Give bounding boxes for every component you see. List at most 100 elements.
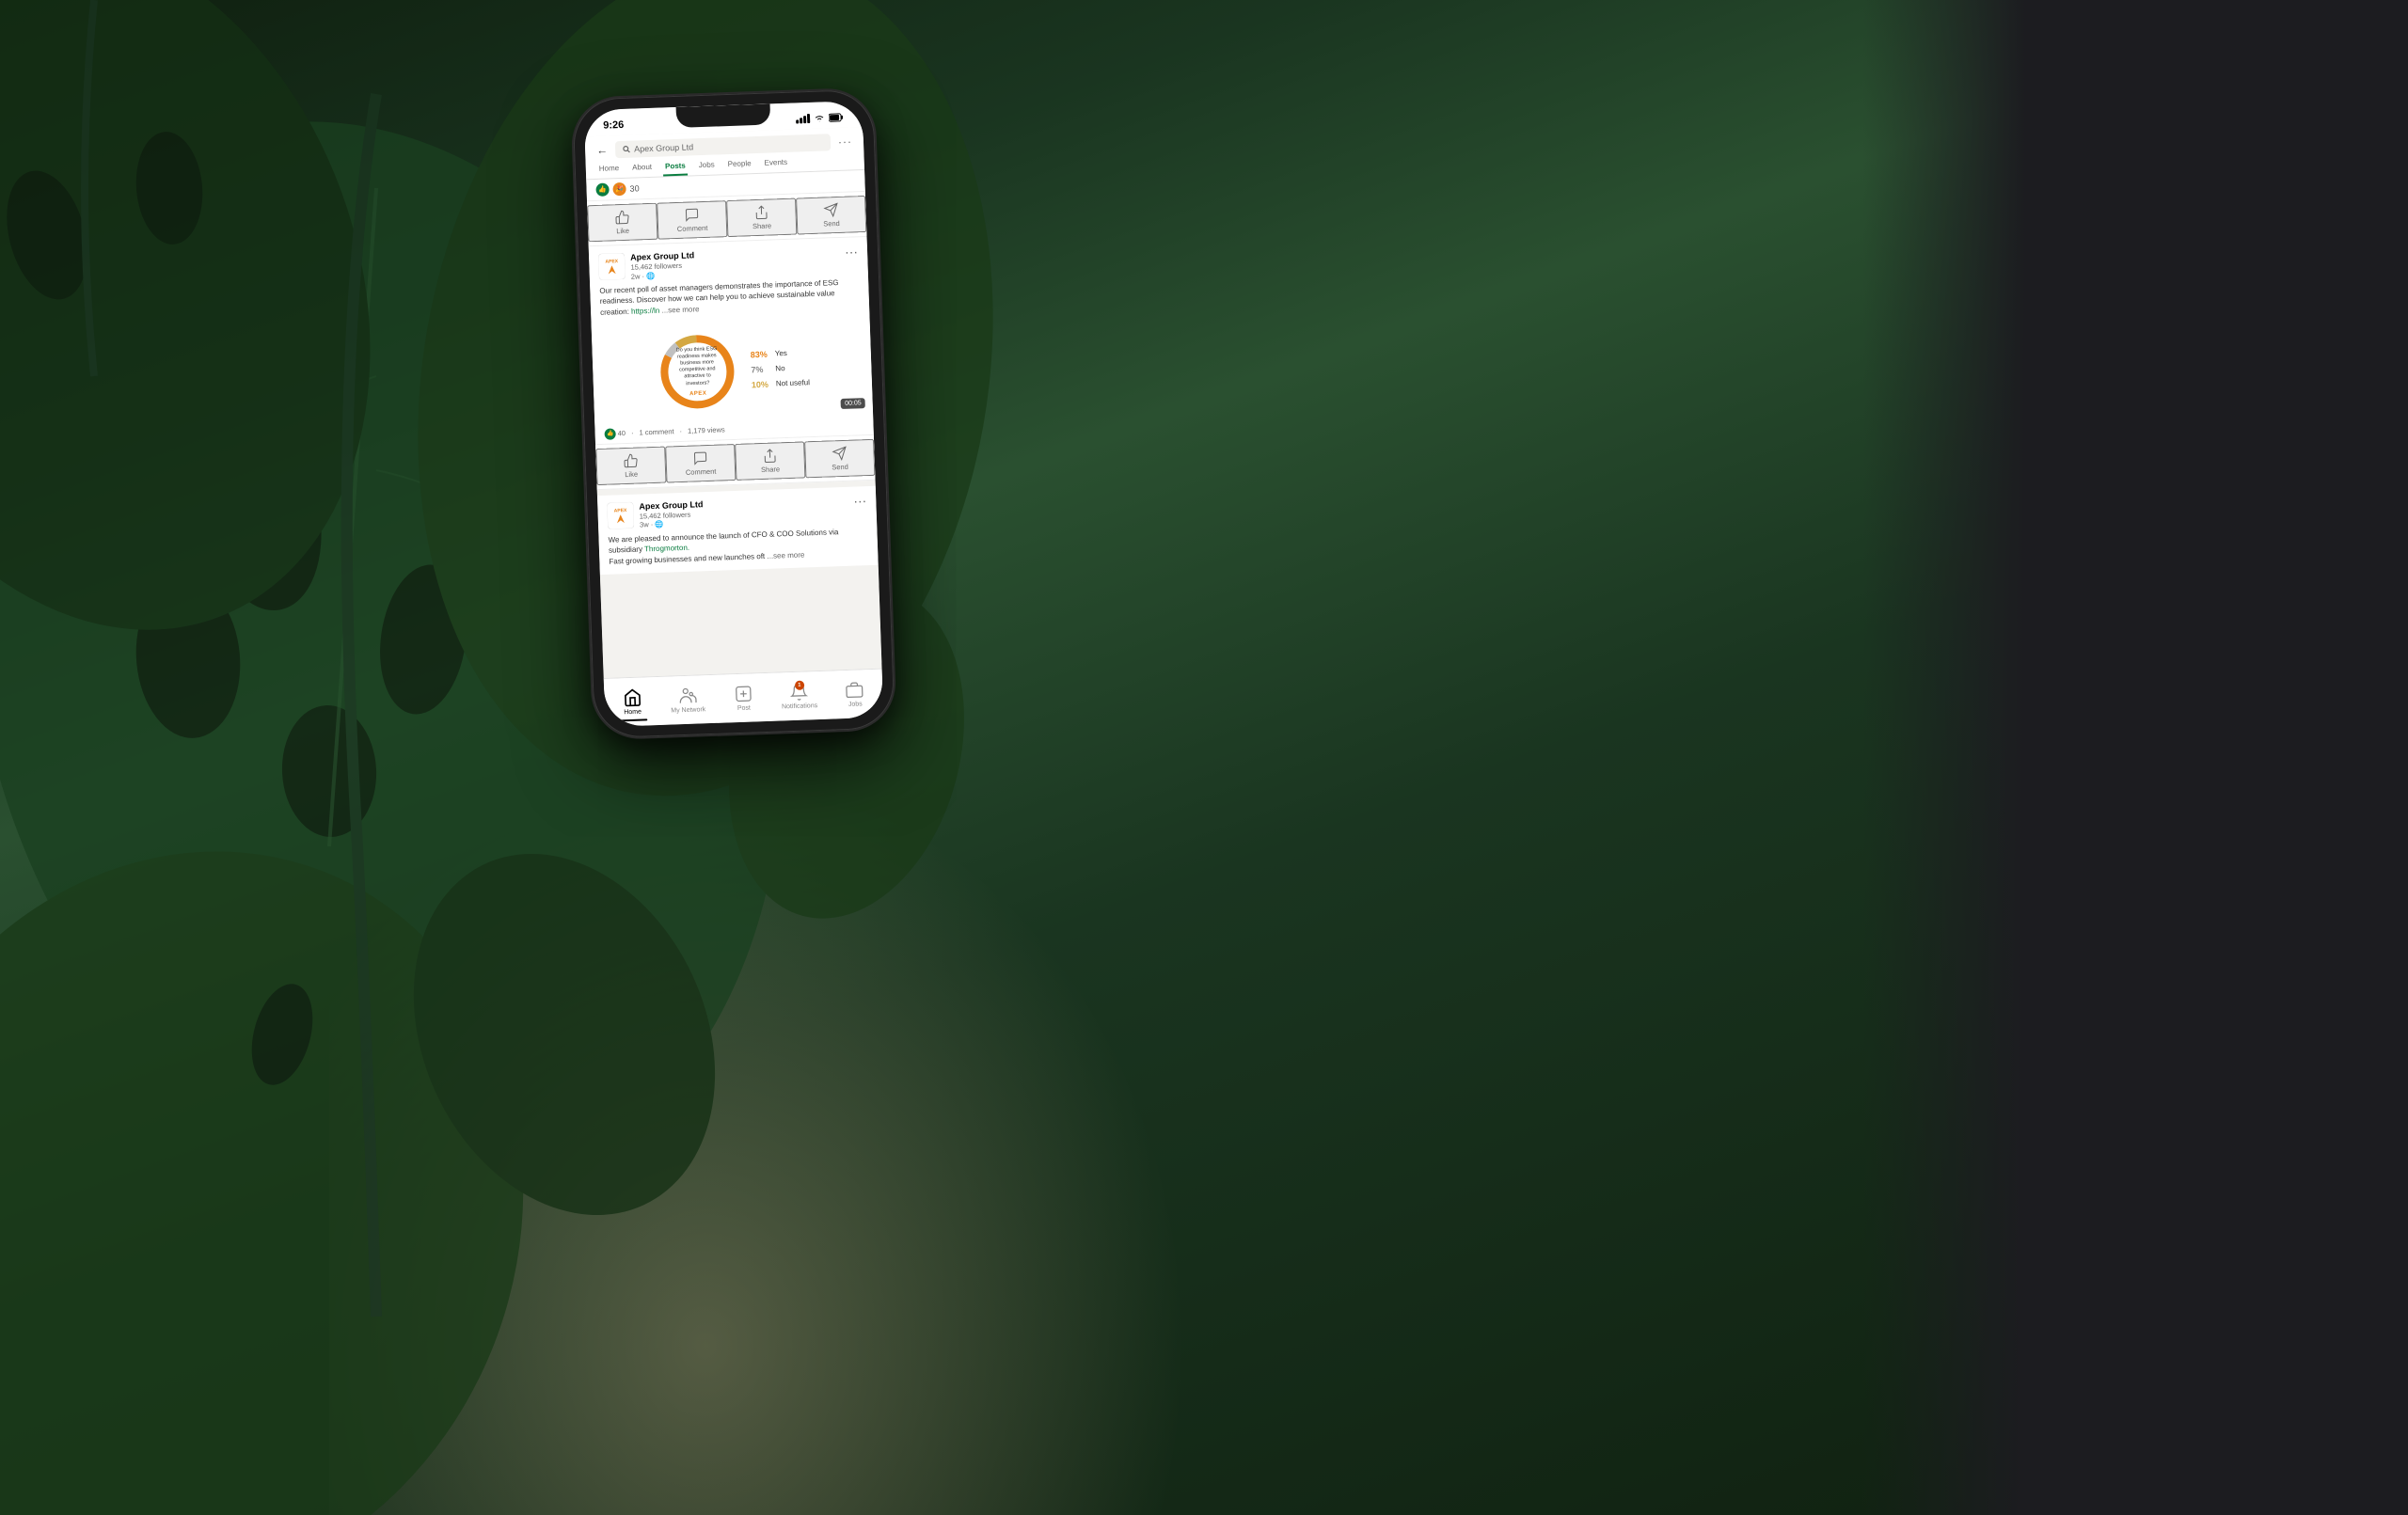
- notuseful-pct: 10%: [752, 379, 772, 389]
- comment-icon: [684, 207, 700, 223]
- status-time: 9:26: [603, 119, 624, 132]
- like-emoji: 👍: [604, 428, 615, 439]
- post2-meta: Apex Group Ltd 15,462 followers 3w · 🌐: [639, 495, 848, 530]
- like-reaction: 👍: [595, 182, 609, 196]
- post-plus-icon: [734, 684, 753, 703]
- content-area: 👍 🎉 30 Like Comment: [586, 170, 881, 672]
- share-icon: [753, 205, 769, 221]
- yes-pct: 83%: [751, 349, 771, 359]
- legend-notuseful: 10% Not useful: [752, 378, 810, 389]
- post1-comments: 1 comment: [639, 428, 673, 437]
- signal-icon: [796, 114, 810, 124]
- first-reaction-count: 30: [629, 183, 639, 193]
- chart-legend: 83% Yes 7% No 10% Not useful: [751, 348, 810, 389]
- donut-center: Do you think ESG readiness makes busines…: [671, 346, 724, 398]
- phone-screen: 9:26: [584, 101, 884, 727]
- tab-jobs[interactable]: Jobs: [697, 160, 717, 175]
- comment-button-1[interactable]: Comment: [657, 200, 727, 240]
- home-icon: [623, 688, 642, 708]
- dark-right-bg: [1862, 0, 2408, 1515]
- post-card-1: APEX Apex Group Ltd 15,462 followers 2w …: [589, 237, 876, 490]
- more-button[interactable]: ···: [838, 134, 852, 149]
- tab-posts[interactable]: Posts: [663, 162, 688, 177]
- post2-see-more[interactable]: ...see more: [767, 550, 804, 560]
- post-label: Post: [737, 705, 751, 712]
- post2-link[interactable]: Throgmorton.: [644, 544, 689, 554]
- briefcase-icon: [845, 680, 864, 700]
- donut-chart: Do you think ESG readiness makes busines…: [654, 328, 741, 416]
- svg-text:APEX: APEX: [605, 259, 618, 264]
- send-button-post1[interactable]: Send: [804, 439, 875, 479]
- network-label: My Network: [671, 706, 705, 714]
- svg-text:APEX: APEX: [614, 508, 627, 513]
- share-icon-2: [762, 448, 778, 464]
- like-label-post1: Like: [625, 469, 638, 478]
- phone-body: 9:26: [572, 89, 895, 739]
- bottom-nav-jobs[interactable]: Jobs: [827, 674, 884, 715]
- post1-reactions: 👍 40: [604, 428, 626, 440]
- notuseful-label: Not useful: [776, 379, 810, 388]
- bottom-nav-notifications[interactable]: 1 Notifications: [770, 676, 828, 717]
- post2-text: We are pleased to announce the launch of…: [598, 526, 878, 575]
- tab-about[interactable]: About: [630, 163, 654, 178]
- legend-no: 7% No: [751, 363, 809, 374]
- home-active-bar: [619, 718, 647, 721]
- bottom-nav-network[interactable]: My Network: [659, 680, 717, 720]
- post-card-2: APEX Apex Group Ltd 15,462 followers 3w …: [597, 486, 879, 575]
- bottom-nav: Home My Network Post: [604, 669, 884, 727]
- tab-home[interactable]: Home: [597, 164, 622, 179]
- back-button[interactable]: ←: [596, 144, 608, 157]
- comment-label-1: Comment: [677, 224, 708, 233]
- comment-button-post1[interactable]: Comment: [665, 444, 736, 483]
- search-bar[interactable]: Apex Group Ltd: [615, 134, 831, 158]
- post1-meta: Apex Group Ltd 15,462 followers 2w · 🌐: [630, 245, 840, 281]
- search-text: Apex Group Ltd: [634, 142, 693, 153]
- search-icon: [623, 146, 630, 153]
- post2-avatar: APEX: [607, 502, 634, 529]
- notch: [676, 103, 771, 127]
- status-icons: [796, 113, 844, 124]
- notification-badge: 1: [795, 681, 804, 690]
- post1-views: 1,179 views: [688, 426, 725, 435]
- legend-yes: 83% Yes: [751, 348, 809, 359]
- tab-events[interactable]: Events: [762, 158, 789, 173]
- network-icon: [678, 686, 698, 706]
- bottom-nav-post[interactable]: Post: [715, 678, 772, 718]
- post1-reaction-count: 40: [618, 429, 626, 437]
- like-icon: [614, 210, 630, 226]
- celebrate-reaction: 🎉: [612, 182, 626, 196]
- post1-action-row: Like Comment Share Send: [595, 435, 875, 490]
- home-label: Home: [624, 709, 642, 717]
- post1-link[interactable]: https://ln: [631, 306, 660, 315]
- like-label-1: Like: [616, 227, 629, 235]
- like-button-1[interactable]: Like: [587, 203, 657, 243]
- no-label: No: [775, 364, 785, 372]
- tab-people[interactable]: People: [726, 159, 753, 174]
- post1-avatar: APEX: [598, 253, 626, 280]
- send-label-post1: Send: [832, 463, 848, 472]
- yes-label: Yes: [775, 349, 787, 357]
- esg-chart: Do you think ESG readiness makes busines…: [592, 316, 874, 425]
- phone-wrapper: 9:26: [572, 89, 895, 739]
- jobs-label: Jobs: [848, 701, 863, 708]
- send-icon: [823, 202, 839, 218]
- video-timer: 00:05: [841, 398, 865, 409]
- post2-more-button[interactable]: ···: [853, 494, 866, 507]
- post1-see-more[interactable]: ...see more: [661, 305, 699, 314]
- share-button-post1[interactable]: Share: [735, 441, 805, 481]
- notifications-label: Notifications: [782, 702, 817, 710]
- send-icon-2: [832, 446, 848, 462]
- bottom-nav-home[interactable]: Home: [604, 682, 661, 722]
- chart-question: Do you think ESG readiness makes busines…: [671, 346, 723, 388]
- no-pct: 7%: [751, 364, 771, 374]
- comment-label-post1: Comment: [686, 467, 717, 477]
- post1-more-button[interactable]: ···: [845, 245, 858, 258]
- share-label-post1: Share: [761, 465, 780, 474]
- share-button-1[interactable]: Share: [726, 198, 797, 238]
- like-button-post1[interactable]: Like: [595, 446, 666, 485]
- send-button-1[interactable]: Send: [796, 196, 866, 235]
- battery-icon: [829, 113, 844, 123]
- send-label-1: Send: [823, 219, 840, 229]
- wifi-icon: [814, 113, 825, 122]
- nav-top: ← Apex Group Ltd ···: [596, 133, 852, 158]
